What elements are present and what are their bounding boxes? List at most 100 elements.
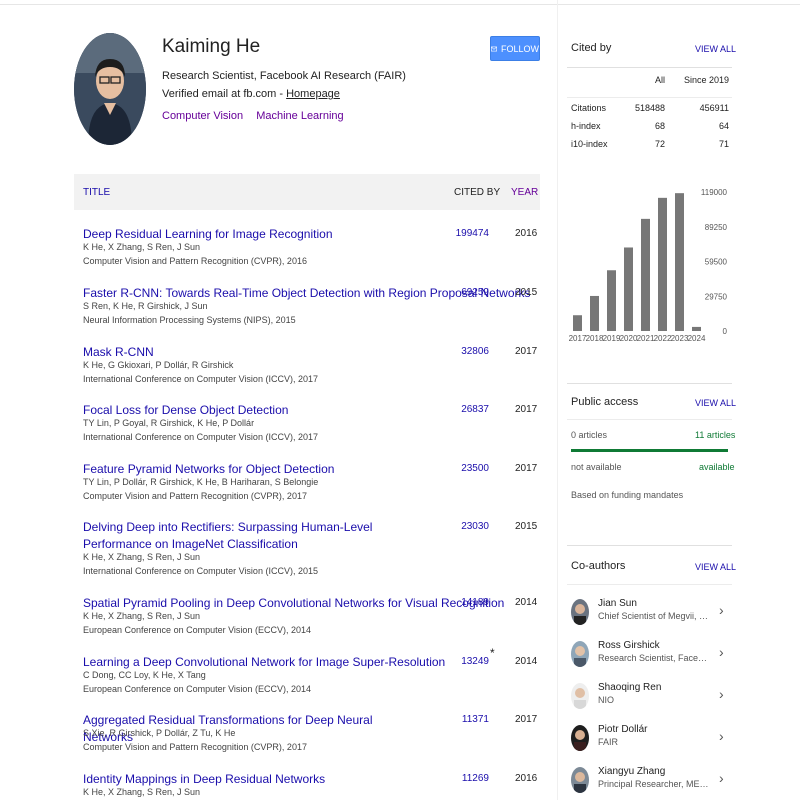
article-title[interactable]: Learning a Deep Convolutional Network fo… <box>83 654 445 671</box>
metrics-row: i10-index 72 71 <box>571 139 731 157</box>
chevron-right-icon[interactable]: › <box>719 770 724 786</box>
coauthor-item[interactable]: Jian Sun Chief Scientist of Megvii, Mana… <box>567 592 732 634</box>
article-title[interactable]: Focal Loss for Dense Object Detection <box>83 402 423 419</box>
coauthor-avatar <box>571 683 589 709</box>
article-title[interactable]: Identity Mappings in Deep Residual Netwo… <box>83 771 423 788</box>
article-venue: International Conference on Computer Vis… <box>83 374 318 384</box>
coauthor-affiliation: Chief Scientist of Megvii, Managi... <box>598 611 710 621</box>
citations-per-year-chart: 2017 2018 2019 2020 2021 2022 2023 2024 119000 89… <box>569 188 728 343</box>
coauthor-name[interactable]: Shaoqing Ren <box>598 682 661 693</box>
bar-2019[interactable] <box>607 270 616 331</box>
article-title[interactable]: Delving Deep into Rectifiers: Surpassing… <box>83 519 423 553</box>
chevron-right-icon[interactable]: › <box>719 602 724 618</box>
metric-label: h-index <box>571 121 601 131</box>
article-row: Focal Loss for Dense Object Detection TY… <box>83 402 540 460</box>
sort-by-cited[interactable]: CITED BY <box>454 187 500 198</box>
article-row: Delving Deep into Rectifiers: Surpassing… <box>83 519 540 583</box>
article-venue: Computer Vision and Pattern Recognition … <box>83 256 307 266</box>
cited-by-count[interactable]: 199474 <box>443 228 489 239</box>
research-interests: Computer Vision Machine Learning <box>162 110 354 122</box>
sort-by-year[interactable]: YEAR <box>511 187 538 198</box>
article-venue: Neural Information Processing Systems (N… <box>83 315 296 325</box>
profile-avatar <box>74 33 146 145</box>
coauthor-item[interactable]: Piotr Dollár FAIR › <box>567 718 732 760</box>
article-row: Spatial Pyramid Pooling in Deep Convolut… <box>83 595 540 653</box>
x-tick-label: 2019 <box>603 334 621 343</box>
interest-link[interactable]: Computer Vision <box>162 110 243 122</box>
coauthor-name[interactable]: Jian Sun <box>598 598 637 609</box>
cited-by-title: Cited by <box>571 42 612 54</box>
article-year: 2015 <box>515 287 538 298</box>
article-year: 2015 <box>515 521 538 532</box>
article-title[interactable]: Faster R-CNN: Towards Real-Time Object D… <box>83 285 531 302</box>
coauthor-avatar <box>571 641 589 667</box>
coauthor-item[interactable]: Shaoqing Ren NIO › <box>567 676 732 718</box>
cited-by-count[interactable]: 13249 <box>443 656 489 667</box>
chevron-right-icon[interactable]: › <box>719 728 724 744</box>
cited-by-count[interactable]: 23500 <box>443 463 489 474</box>
metric-since: 71 <box>718 139 729 149</box>
article-year: 2017 <box>515 714 538 725</box>
bar-2021[interactable] <box>641 218 650 331</box>
article-venue: International Conference on Computer Vis… <box>83 432 318 442</box>
public-access-view-all[interactable]: VIEW ALL <box>695 398 736 408</box>
coauthor-item[interactable]: Ross Girshick Research Scientist, Facebo… <box>567 634 732 676</box>
bar-2020[interactable] <box>624 247 633 331</box>
cited-by-count[interactable]: 26837 <box>443 404 489 415</box>
bar-2018[interactable] <box>590 295 599 331</box>
article-title[interactable]: Deep Residual Learning for Image Recogni… <box>83 226 423 243</box>
column-divider <box>557 0 558 800</box>
citation-metrics-table: All Since 2019 Citations 518488 456911 h… <box>571 75 731 157</box>
x-tick-label: 2024 <box>688 334 706 343</box>
coauthor-avatar <box>571 725 589 751</box>
cited-by-count[interactable]: 11269 <box>443 773 489 784</box>
sort-by-title[interactable]: TITLE <box>83 187 110 198</box>
article-venue: Computer Vision and Pattern Recognition … <box>83 742 307 752</box>
cited-by-count[interactable]: 11371 <box>443 714 489 725</box>
profile-name: Kaiming He <box>162 36 261 57</box>
coauthor-avatar <box>571 599 589 625</box>
available-count[interactable]: 11 articles <box>695 430 735 440</box>
cited-by-count[interactable]: 14189 <box>443 597 489 608</box>
coauthor-name[interactable]: Ross Girshick <box>598 640 660 651</box>
divider <box>567 383 732 384</box>
bar-2024[interactable] <box>692 326 701 331</box>
funding-mandates-note: Based on funding mandates <box>571 490 684 500</box>
article-title[interactable]: Feature Pyramid Networks for Object Dete… <box>83 461 423 478</box>
homepage-link[interactable]: Homepage <box>286 88 340 100</box>
interest-link[interactable]: Machine Learning <box>256 110 343 122</box>
x-tick-label: 2022 <box>654 334 672 343</box>
article-row: Aggregated Residual Transformations for … <box>83 712 540 770</box>
article-authors: S Xie, R Girshick, P Dollár, Z Tu, K He <box>83 728 236 738</box>
article-title[interactable]: Mask R-CNN <box>83 344 423 361</box>
merged-citations-star: * <box>490 646 495 660</box>
divider <box>567 97 732 98</box>
bar-2017[interactable] <box>573 315 582 331</box>
cited-by-count[interactable]: 69259 <box>443 287 489 298</box>
coauthor-name[interactable]: Piotr Dollár <box>598 724 647 735</box>
metric-all: 68 <box>654 121 665 131</box>
article-title[interactable]: Spatial Pyramid Pooling in Deep Convolut… <box>83 595 504 612</box>
chevron-right-icon[interactable]: › <box>719 644 724 660</box>
cited-by-count[interactable]: 23030 <box>443 521 489 532</box>
article-year: 2016 <box>515 773 538 784</box>
article-venue: European Conference on Computer Vision (… <box>83 625 311 635</box>
article-authors: K He, X Zhang, S Ren, J Sun <box>83 242 201 252</box>
chevron-right-icon[interactable]: › <box>719 686 724 702</box>
coauthors-view-all[interactable]: VIEW ALL <box>695 562 736 572</box>
metric-label: Citations <box>571 103 607 113</box>
cited-by-count[interactable]: 32806 <box>443 346 489 357</box>
bar-2022[interactable] <box>658 197 667 331</box>
cited-by-view-all[interactable]: VIEW ALL <box>695 44 736 54</box>
metrics-header-row: All Since 2019 <box>571 75 731 103</box>
article-row: Identity Mappings in Deep Residual Netwo… <box>83 771 540 800</box>
metric-all: 518488 <box>634 103 665 113</box>
follow-button[interactable]: FOLLOW <box>490 36 540 61</box>
coauthor-item[interactable]: Xiangyu Zhang Principal Researcher, MEGV… <box>567 760 732 800</box>
coauthor-name[interactable]: Xiangyu Zhang <box>598 766 665 777</box>
bar-2023[interactable] <box>675 193 684 331</box>
public-access-bar <box>571 449 728 452</box>
article-row: Learning a Deep Convolutional Network fo… <box>83 646 540 712</box>
x-tick-label: 2018 <box>586 334 604 343</box>
unavailable-count[interactable]: 0 articles <box>571 430 607 440</box>
